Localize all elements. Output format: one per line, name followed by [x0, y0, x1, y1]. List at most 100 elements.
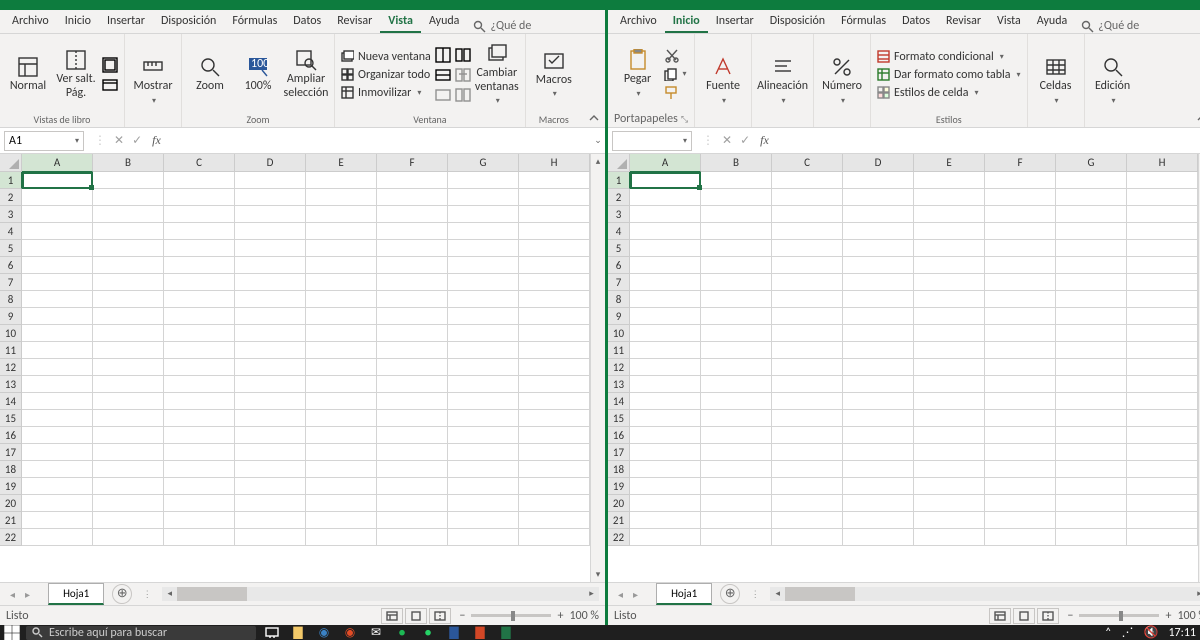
tab-datos[interactable]: Datos	[894, 10, 938, 33]
cell-G4[interactable]	[1056, 223, 1127, 240]
cell-H9[interactable]	[519, 308, 590, 325]
cell-E20[interactable]	[306, 495, 377, 512]
cell-E9[interactable]	[306, 308, 377, 325]
cell-A14[interactable]	[22, 393, 93, 410]
cell-E1[interactable]	[914, 172, 985, 189]
cell-C19[interactable]	[772, 478, 843, 495]
cell-A16[interactable]	[22, 427, 93, 444]
cell-C13[interactable]	[164, 376, 235, 393]
cell-B19[interactable]	[93, 478, 164, 495]
cell-G1[interactable]	[448, 172, 519, 189]
powerpoint-icon[interactable]: ▇	[470, 626, 490, 640]
cell-F10[interactable]	[985, 325, 1056, 342]
zoom-100-button[interactable]: 100 100%	[236, 56, 280, 93]
cell-D18[interactable]	[235, 461, 306, 478]
cell-E13[interactable]	[306, 376, 377, 393]
cell-A1[interactable]	[630, 172, 701, 189]
cell-B20[interactable]	[701, 495, 772, 512]
cell-H11[interactable]	[519, 342, 590, 359]
cell-H6[interactable]	[519, 257, 590, 274]
row-header-17[interactable]: 17	[608, 444, 630, 461]
mail-icon[interactable]: ✉	[366, 626, 386, 640]
cell-D15[interactable]	[235, 410, 306, 427]
cell-B8[interactable]	[93, 291, 164, 308]
cell-H15[interactable]	[519, 410, 590, 427]
cell-H7[interactable]	[1127, 274, 1198, 291]
cell-H21[interactable]	[519, 512, 590, 529]
cell-D6[interactable]	[235, 257, 306, 274]
cell-D9[interactable]	[235, 308, 306, 325]
cell-C3[interactable]	[164, 206, 235, 223]
cell-G21[interactable]	[1056, 512, 1127, 529]
cell-H21[interactable]	[1127, 512, 1198, 529]
alineacion-button[interactable]: Alineación▾	[761, 56, 805, 105]
cell-G16[interactable]	[448, 427, 519, 444]
cell-C5[interactable]	[164, 240, 235, 257]
cell-D10[interactable]	[843, 325, 914, 342]
row-header-15[interactable]: 15	[608, 410, 630, 427]
cell-D16[interactable]	[843, 427, 914, 444]
col-header-A[interactable]: A	[22, 154, 93, 172]
celdas-button[interactable]: Celdas▾	[1034, 56, 1078, 105]
cell-G19[interactable]	[448, 478, 519, 495]
cell-B5[interactable]	[701, 240, 772, 257]
zoom-level[interactable]: 100 %	[1177, 609, 1200, 623]
cell-E12[interactable]	[914, 359, 985, 376]
cell-B8[interactable]	[701, 291, 772, 308]
cell-G11[interactable]	[448, 342, 519, 359]
clipboard-launcher-icon[interactable]: ⤡	[681, 114, 688, 125]
cell-D2[interactable]	[235, 189, 306, 206]
cell-B21[interactable]	[93, 512, 164, 529]
cell-A5[interactable]	[22, 240, 93, 257]
titlebar[interactable]	[608, 0, 1200, 10]
cell-H14[interactable]	[519, 393, 590, 410]
row-header-16[interactable]: 16	[0, 427, 22, 444]
cell-E14[interactable]	[306, 393, 377, 410]
cell-B13[interactable]	[93, 376, 164, 393]
cell-C2[interactable]	[164, 189, 235, 206]
cell-H13[interactable]	[1127, 376, 1198, 393]
cell-H12[interactable]	[519, 359, 590, 376]
cell-C9[interactable]	[772, 308, 843, 325]
cell-H6[interactable]	[1127, 257, 1198, 274]
cell-F21[interactable]	[985, 512, 1056, 529]
row-header-7[interactable]: 7	[0, 274, 22, 291]
cell-F14[interactable]	[985, 393, 1056, 410]
row-header-3[interactable]: 3	[608, 206, 630, 223]
cell-H20[interactable]	[1127, 495, 1198, 512]
cell-G13[interactable]	[1056, 376, 1127, 393]
col-header-H[interactable]: H	[519, 154, 590, 172]
normal-view-button[interactable]: Normal	[6, 56, 50, 93]
cell-A13[interactable]	[22, 376, 93, 393]
cell-G17[interactable]	[448, 444, 519, 461]
cell-H19[interactable]	[519, 478, 590, 495]
cell-E2[interactable]	[914, 189, 985, 206]
cell-D20[interactable]	[843, 495, 914, 512]
start-button[interactable]	[4, 625, 20, 640]
sync-scroll-icon[interactable]	[455, 67, 471, 83]
cell-E4[interactable]	[306, 223, 377, 240]
cut-icon[interactable]	[664, 48, 680, 64]
tab-datos[interactable]: Datos	[285, 10, 329, 33]
cell-G2[interactable]	[1056, 189, 1127, 206]
split-icon[interactable]	[435, 47, 451, 63]
cell-C4[interactable]	[772, 223, 843, 240]
cell-F7[interactable]	[985, 274, 1056, 291]
cell-B14[interactable]	[701, 393, 772, 410]
cell-G4[interactable]	[448, 223, 519, 240]
cell-G1[interactable]	[1056, 172, 1127, 189]
cell-H1[interactable]	[1127, 172, 1198, 189]
paste-button[interactable]: Pegar▾	[616, 49, 660, 98]
row-header-12[interactable]: 12	[608, 359, 630, 376]
cell-H9[interactable]	[1127, 308, 1198, 325]
cell-F4[interactable]	[377, 223, 448, 240]
volume-icon[interactable]: 🔇	[1144, 625, 1159, 640]
cell-C11[interactable]	[164, 342, 235, 359]
cell-G17[interactable]	[1056, 444, 1127, 461]
cell-C8[interactable]	[164, 291, 235, 308]
tab-revisar[interactable]: Revisar	[329, 10, 380, 33]
row-header-7[interactable]: 7	[608, 274, 630, 291]
cell-B9[interactable]	[93, 308, 164, 325]
row-header-13[interactable]: 13	[0, 376, 22, 393]
cell-C10[interactable]	[164, 325, 235, 342]
